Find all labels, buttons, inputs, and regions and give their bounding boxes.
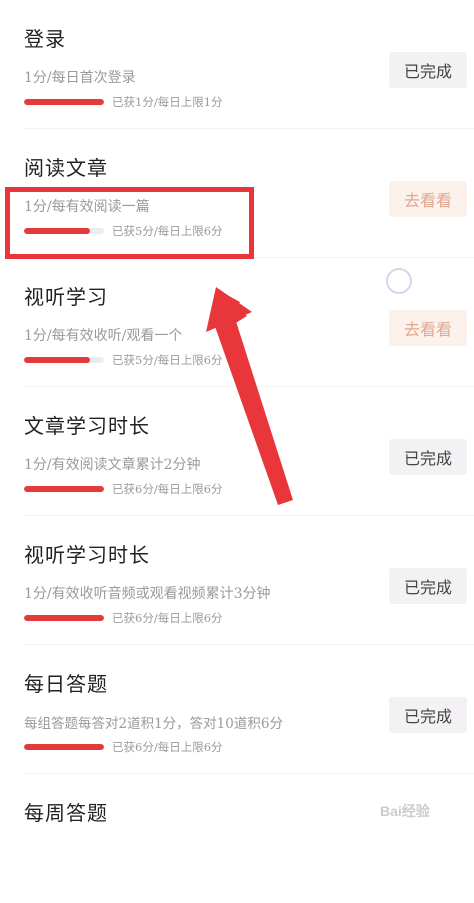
watermark-logo-icon: Bai经验 — [380, 803, 431, 819]
task-title: 视听学习 — [24, 285, 108, 309]
completed-button[interactable]: 已完成 — [389, 52, 467, 88]
completed-button[interactable]: 已完成 — [389, 568, 467, 604]
task-item-daily-quiz: 每日答题 每组答题每答对2道积1分，答对10道积6分 已获6分/每日上限6分 已… — [0, 645, 474, 774]
progress-text: 已获6分/每日上限6分 — [112, 740, 223, 754]
progress-fill — [24, 486, 104, 492]
completed-button[interactable]: 已完成 — [389, 697, 467, 733]
task-item-article-duration: 文章学习时长 1分/有效阅读文章累计2分钟 已获6分/每日上限6分 已完成 — [0, 387, 474, 516]
task-list: 登录 1分/每日首次登录 已获1分/每日上限1分 已完成 阅读文章 1分/每有效… — [0, 0, 474, 829]
go-view-button[interactable]: 去看看 — [389, 310, 467, 346]
svg-text:Bai经验: Bai经验 — [380, 803, 431, 819]
task-title: 文章学习时长 — [24, 414, 150, 438]
baidu-jingyan-watermark: Bai经验 — [380, 801, 460, 821]
task-title: 每日答题 — [24, 672, 108, 696]
task-desc: 每组答题每答对2道积1分，答对10道积6分 — [24, 716, 283, 732]
progress-text: 已获1分/每日上限1分 — [112, 95, 223, 109]
progress-fill — [24, 615, 104, 621]
task-desc: 1分/有效阅读文章累计2分钟 — [24, 457, 201, 473]
go-view-button[interactable]: 去看看 — [389, 181, 467, 217]
task-title: 阅读文章 — [24, 156, 108, 180]
progress-bar — [24, 357, 104, 363]
progress-bar — [24, 99, 104, 105]
task-desc: 1分/每日首次登录 — [24, 70, 136, 86]
progress-text: 已获6分/每日上限6分 — [112, 611, 223, 625]
progress-bar — [24, 486, 104, 492]
progress-bar — [24, 744, 104, 750]
progress-fill — [24, 744, 104, 750]
task-desc: 1分/每有效收听/观看一个 — [24, 328, 183, 344]
progress-text: 已获5分/每日上限6分 — [112, 353, 223, 367]
task-desc: 1分/有效收听音频或观看视频累计3分钟 — [24, 586, 271, 602]
progress-text: 已获6分/每日上限6分 — [112, 482, 223, 496]
loading-spinner-icon — [386, 268, 412, 294]
task-item-weekly-quiz: 每周答题 — [0, 774, 474, 903]
progress-bar — [24, 615, 104, 621]
completed-button[interactable]: 已完成 — [389, 439, 467, 475]
task-item-login: 登录 1分/每日首次登录 已获1分/每日上限1分 已完成 — [0, 0, 474, 129]
task-title: 每周答题 — [24, 801, 108, 825]
task-title: 视听学习时长 — [24, 543, 150, 567]
progress-fill — [24, 99, 104, 105]
task-item-av-duration: 视听学习时长 1分/有效收听音频或观看视频累计3分钟 已获6分/每日上限6分 已… — [0, 516, 474, 645]
task-title: 登录 — [24, 27, 66, 51]
annotation-highlight-box — [5, 187, 254, 259]
progress-fill — [24, 357, 91, 363]
